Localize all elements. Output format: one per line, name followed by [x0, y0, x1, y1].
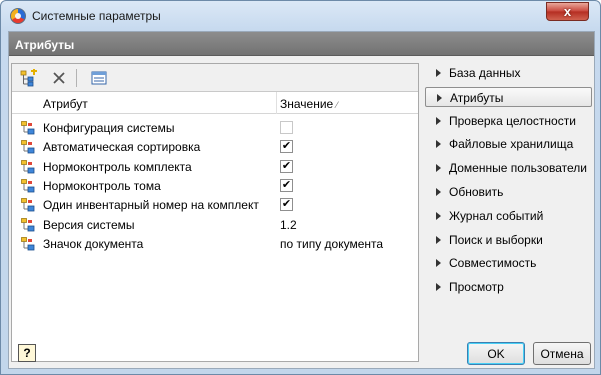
chevron-right-icon	[436, 259, 441, 268]
add-attribute-icon	[20, 69, 37, 87]
dialog-body: Атрибуты Атрибут Значение ⁄ Конфигурация…	[8, 31, 595, 369]
title-bar[interactable]: Системные параметры x	[1, 1, 600, 31]
attribute-icon	[21, 198, 35, 212]
ok-button[interactable]: OK	[467, 342, 525, 365]
column-header-value[interactable]: Значение ⁄	[280, 97, 338, 111]
window-title: Системные параметры	[32, 9, 161, 23]
nav-item-view[interactable]: Просмотр	[425, 277, 592, 297]
nav-item-search[interactable]: Поиск и выборки	[425, 230, 592, 250]
chevron-right-icon	[436, 188, 441, 196]
chevron-right-icon	[436, 164, 441, 173]
row-label: Значок документа	[43, 236, 144, 251]
row-label: Один инвентарный номер на комплект	[43, 198, 259, 213]
dialog-window: Системные параметры x Атрибуты Атрибут З…	[0, 0, 601, 375]
cancel-button[interactable]: Отмена	[533, 342, 591, 365]
nav-item-label: Совместимость	[449, 256, 537, 271]
chevron-right-icon	[436, 235, 441, 244]
nav-item-attributes[interactable]: Атрибуты	[425, 86, 592, 107]
grid-header: Атрибут Значение ⁄	[12, 92, 418, 114]
nav-item-label: Обновить	[449, 185, 504, 199]
table-row[interactable]: Нормоконтроль тома ✔	[12, 176, 418, 195]
row-value[interactable]: по типу документа	[280, 237, 383, 251]
settings-nav: База данных Атрибуты Проверка целостности Ф…	[425, 63, 592, 362]
nav-item-event-log[interactable]: Журнал событий	[425, 206, 592, 226]
add-attribute-button[interactable]	[18, 68, 40, 88]
nav-item-label: База данных	[449, 66, 521, 80]
nav-item-label: Просмотр	[449, 280, 504, 295]
attributes-panel: Атрибут Значение ⁄ Конфигурация системы Ав…	[11, 63, 419, 362]
nav-item-label: Журнал событий	[449, 208, 544, 223]
row-label: Автоматическая сортировка	[43, 140, 201, 155]
help-button[interactable]: ?	[18, 344, 36, 362]
attribute-icon	[21, 236, 35, 251]
nav-item-label: Атрибуты	[450, 90, 504, 105]
nav-item-label: Файловые хранилища	[449, 137, 574, 152]
row-checkbox[interactable]: ✔	[280, 140, 293, 154]
toolbar-separator	[76, 69, 77, 87]
attribute-icon	[21, 140, 35, 154]
sort-indicator-icon: ⁄	[336, 100, 338, 110]
chevron-right-icon	[436, 116, 441, 125]
row-checkbox[interactable]	[280, 121, 293, 134]
attributes-toolbar	[12, 64, 418, 92]
attributes-grid: Атрибут Значение ⁄ Конфигурация системы Ав…	[12, 92, 418, 361]
row-checkbox[interactable]: ✔	[280, 178, 293, 192]
table-row[interactable]: Конфигурация системы	[12, 118, 418, 137]
app-logo-icon	[10, 8, 26, 24]
attribute-icon	[21, 178, 35, 193]
chevron-right-icon	[437, 93, 442, 102]
table-row[interactable]: Значок документа по типу документа	[12, 234, 418, 253]
nav-item-label: Доменные пользователи	[449, 161, 587, 176]
delete-icon	[53, 72, 65, 84]
properties-icon	[91, 71, 107, 85]
column-header-value-label: Значение	[280, 97, 334, 111]
nav-item-database[interactable]: База данных	[425, 63, 592, 83]
table-row[interactable]: Автоматическая сортировка ✔	[12, 137, 418, 156]
nav-item-label: Поиск и выборки	[449, 232, 543, 247]
row-checkbox[interactable]: ✔	[280, 198, 293, 212]
row-label: Нормоконтроль комплекта	[43, 159, 192, 174]
chevron-right-icon	[436, 69, 441, 77]
nav-item-compatibility[interactable]: Совместимость	[425, 253, 592, 273]
row-label: Конфигурация системы	[43, 121, 175, 135]
nav-item-integrity-check[interactable]: Проверка целостности	[425, 111, 592, 131]
close-button[interactable]: x	[546, 2, 589, 21]
attribute-icon	[21, 159, 35, 173]
column-divider[interactable]	[276, 92, 277, 114]
properties-button[interactable]	[88, 68, 110, 88]
table-row[interactable]: Нормоконтроль комплекта ✔	[12, 157, 418, 176]
table-row[interactable]: Версия системы 1.2	[12, 215, 418, 234]
chevron-right-icon	[436, 140, 441, 149]
column-header-attribute[interactable]: Атрибут	[43, 97, 88, 111]
delete-button[interactable]	[48, 68, 70, 88]
attribute-icon	[21, 121, 35, 135]
nav-item-file-storage[interactable]: Файловые хранилища	[425, 134, 592, 154]
chevron-right-icon	[436, 211, 441, 220]
chevron-right-icon	[436, 283, 441, 292]
nav-item-domain-users[interactable]: Доменные пользователи	[425, 158, 592, 178]
attribute-icon	[21, 217, 35, 231]
nav-item-label: Проверка целостности	[449, 113, 576, 128]
row-value[interactable]: 1.2	[280, 218, 297, 232]
row-checkbox[interactable]: ✔	[280, 159, 293, 173]
table-row[interactable]: Один инвентарный номер на комплект ✔	[12, 195, 418, 214]
row-label: Нормоконтроль тома	[43, 178, 161, 193]
nav-item-update[interactable]: Обновить	[425, 182, 592, 202]
row-label: Версия системы	[43, 217, 135, 232]
section-header: Атрибуты	[9, 32, 594, 56]
